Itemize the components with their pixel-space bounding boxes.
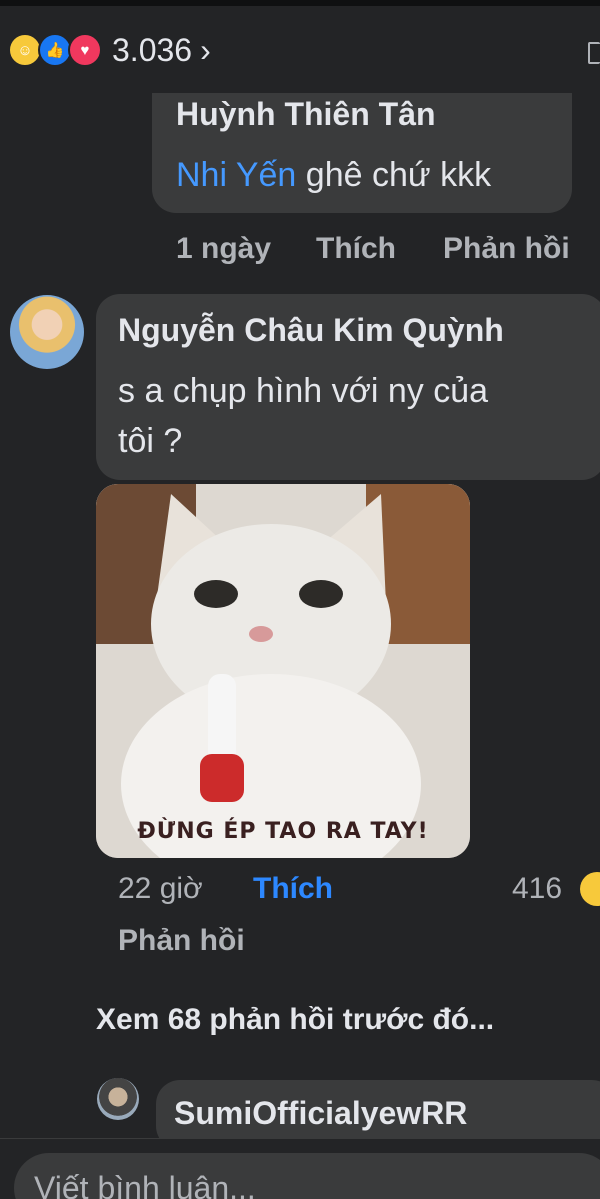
comment-text-line: tôi ? [118,422,183,460]
reply-button[interactable]: Phản hồi [118,924,245,958]
status-strip [0,0,600,6]
like-button-active[interactable]: Thích [253,872,333,906]
haha-icon [580,872,600,906]
like-button[interactable]: Thích [316,232,396,266]
comment-time: 1 ngày [176,232,272,265]
cat-sticker-image[interactable]: ĐỪNG ÉP TAO RA TAY! [96,484,470,858]
like-icon: 👍 [38,33,72,67]
comment-time: 22 giờ [118,872,203,905]
reaction-summary[interactable]: ☺ 👍 ♥ 3.036 › [8,30,211,70]
sticker-caption: ĐỪNG ÉP TAO RA TAY! [137,819,429,844]
mention-link[interactable]: Nhi Yến [176,156,296,194]
cat-illustration [96,484,470,858]
reply-button[interactable]: Phản hồi [443,232,570,266]
comment-body: ghê chứ kkk [296,156,492,194]
view-previous-replies-link[interactable]: Xem 68 phản hồi trước đó... [96,1003,494,1037]
avatar[interactable] [97,1078,139,1120]
avatar[interactable] [10,295,84,369]
love-icon: ♥ [68,33,102,67]
chevron-right-icon: › [200,31,211,68]
reaction-count: 3.036 [112,31,193,68]
haha-icon: ☺ [8,33,42,67]
comment-input[interactable] [14,1153,600,1199]
reply-author[interactable]: SumiOfficialyewRR [174,1095,467,1132]
window-icon[interactable] [588,42,600,64]
comment-author[interactable]: Nguyễn Châu Kim Quỳnh [118,312,504,349]
reaction-count[interactable]: 416 [512,872,562,906]
comment-text: Nhi Yến ghê chứ kkk [176,150,491,200]
comments-screen: ☺ 👍 ♥ 3.036 › Huỳnh Thiên Tân Nhi Yến gh… [0,0,600,1199]
comment-author[interactable]: Huỳnh Thiên Tân [176,96,436,133]
comment-text-line: s a chụp hình với ny của [118,372,489,410]
